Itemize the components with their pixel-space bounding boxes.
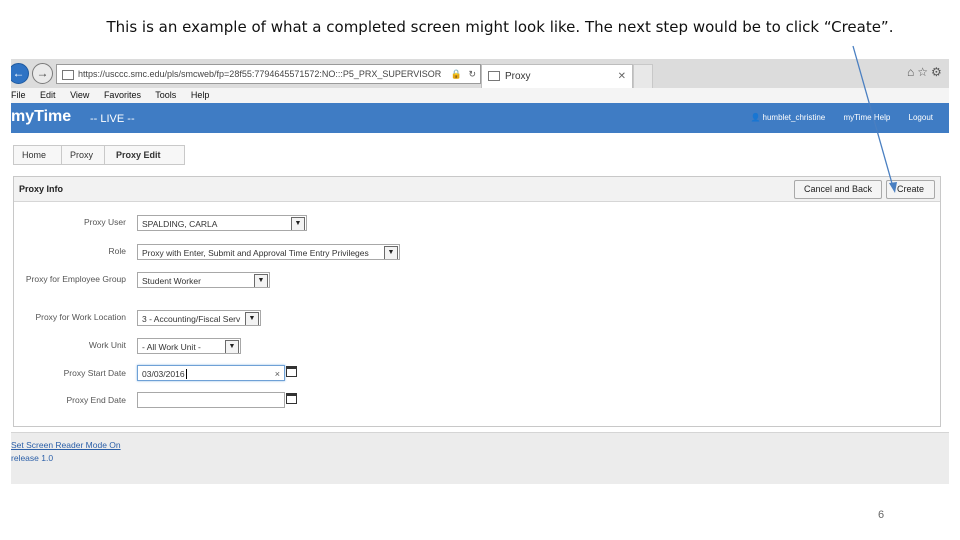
pointer-arrow — [852, 45, 897, 193]
slide-number: 6 — [878, 509, 885, 521]
